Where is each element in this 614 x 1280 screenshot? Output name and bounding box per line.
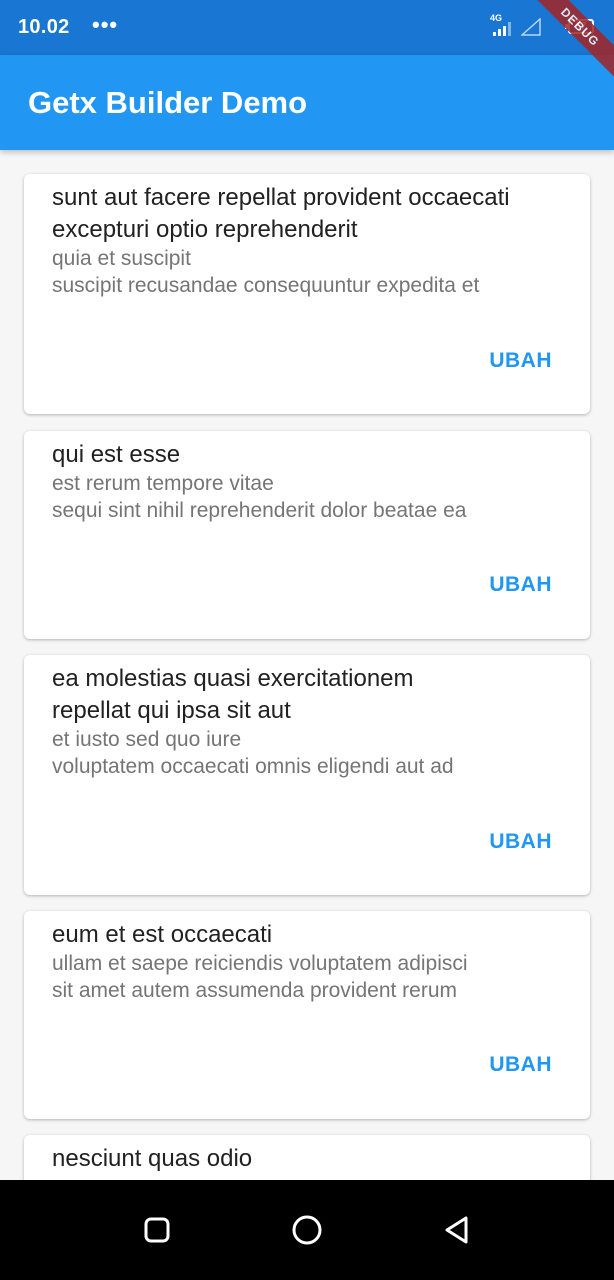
edit-button[interactable]: UBAH xyxy=(489,349,552,373)
post-title: qui est esse xyxy=(52,441,181,468)
status-time: 10.02 xyxy=(18,16,70,38)
notification-dots-icon: ••• xyxy=(92,12,119,37)
post-card: sunt aut facere repellat provident occae… xyxy=(24,174,590,414)
post-body: et iusto sed quo iure voluptatem occaeca… xyxy=(52,728,454,778)
system-nav-bar xyxy=(0,1180,614,1280)
post-body: ullam et saepe reiciendis voluptatem adi… xyxy=(52,952,468,1002)
app-bar-title: Getx Builder Demo xyxy=(28,85,308,120)
edit-button[interactable]: UBAH xyxy=(489,830,552,854)
signal-empty-icon xyxy=(521,18,541,36)
post-card: eum et est occaecati ullam et saepe reic… xyxy=(24,911,590,1119)
post-title: ea molestias quasi exercitationem repell… xyxy=(52,665,414,724)
post-list[interactable]: sunt aut facere repellat provident occae… xyxy=(0,150,614,1180)
edit-button[interactable]: UBAH xyxy=(489,573,552,597)
cell-signal-icon xyxy=(493,22,515,36)
post-body: quia et suscipit suscipit recusandae con… xyxy=(52,247,480,297)
post-title: eum et est occaecati xyxy=(52,921,273,948)
post-card: qui est esse est rerum tempore vitae seq… xyxy=(24,431,590,639)
home-icon[interactable] xyxy=(289,1212,325,1248)
post-title: sunt aut facere repellat provident occae… xyxy=(52,184,510,243)
recents-icon[interactable] xyxy=(139,1212,175,1248)
post-card: ea molestias quasi exercitationem repell… xyxy=(24,655,590,895)
edit-button[interactable]: UBAH xyxy=(489,1053,552,1077)
post-body: est rerum tempore vitae sequi sint nihil… xyxy=(52,472,467,522)
back-icon[interactable] xyxy=(439,1212,475,1248)
status-bar: 10.02 ••• 4G 87 xyxy=(0,0,614,55)
post-title: nesciunt quas odio xyxy=(52,1145,253,1172)
app-bar: Getx Builder Demo xyxy=(0,55,614,150)
post-card: nesciunt quas odio xyxy=(24,1135,590,1180)
